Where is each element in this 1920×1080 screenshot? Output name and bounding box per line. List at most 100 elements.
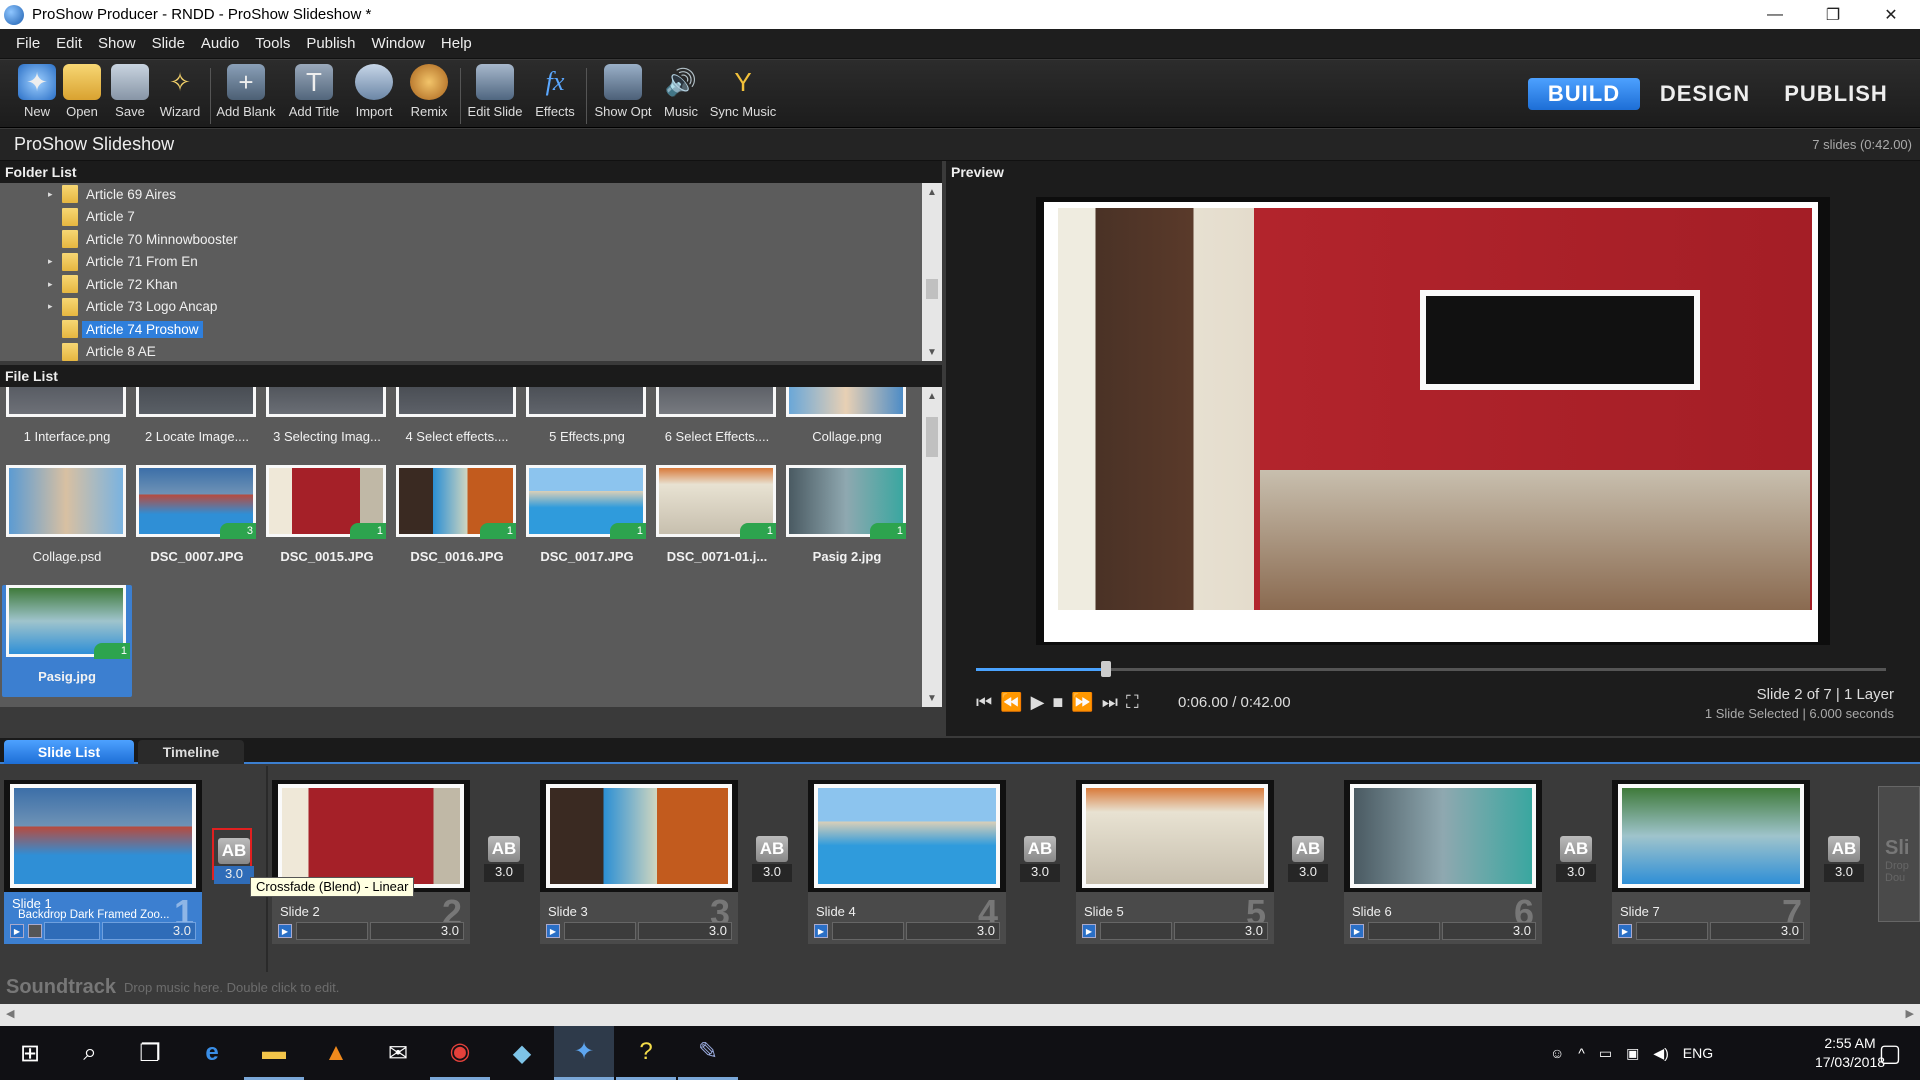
tab-timeline[interactable]: Timeline (138, 740, 244, 764)
transition-duration[interactable]: 3.0 (752, 864, 792, 882)
slide-card[interactable]: Slide 4 4 ▶ 3.0 (808, 780, 1006, 944)
slide-preview-icon[interactable]: ▶ (278, 924, 292, 938)
file-item[interactable]: 2 Locate Image.... (132, 387, 258, 461)
rewind-icon[interactable]: ⏪ (1000, 692, 1022, 713)
import-button[interactable]: Import (345, 64, 403, 126)
slide-duration[interactable]: 3.0 (1174, 922, 1268, 940)
transition-duration[interactable]: 3.0 (484, 864, 524, 882)
vlc-icon[interactable]: ▲ (306, 1026, 366, 1080)
scroll-right-icon[interactable]: ▶ (1906, 1007, 1914, 1020)
playback-scrub-handle[interactable] (1101, 661, 1112, 677)
skip-to-end-icon[interactable]: ⏭ (1102, 692, 1118, 713)
transition[interactable]: AB 3.0 (484, 828, 524, 882)
slide-list-scrollbar[interactable]: ◀ ▶ (0, 1004, 1920, 1026)
notes-icon[interactable]: ◆ (492, 1026, 552, 1080)
transition-duration[interactable]: 3.0 (1824, 864, 1864, 882)
remix-button[interactable]: Remix (400, 64, 458, 126)
slide-duration[interactable]: 3.0 (638, 922, 732, 940)
slide-duration[interactable]: 3.0 (102, 922, 196, 940)
scroll-left-icon[interactable]: ◀ (6, 1007, 14, 1020)
menu-audio[interactable]: Audio (193, 35, 247, 52)
slide-preview-icon[interactable]: ▶ (1350, 924, 1364, 938)
slide-card[interactable]: Slide 7 7 ▶ 3.0 (1612, 780, 1810, 944)
folder-list-scrollbar[interactable]: ▲ ▼ (922, 183, 942, 361)
network-icon[interactable]: ▣ (1626, 1045, 1639, 1062)
scroll-down-icon[interactable]: ▼ (922, 689, 942, 707)
play-icon[interactable]: ▶ (1031, 692, 1045, 713)
stop-icon[interactable]: ■ (1052, 692, 1063, 713)
transition-duration[interactable]: 3.0 (1556, 864, 1596, 882)
language-indicator[interactable]: ENG (1683, 1045, 1713, 1061)
fast-forward-icon[interactable]: ⏩ (1071, 692, 1093, 713)
design-mode-button[interactable]: DESIGN (1650, 78, 1760, 110)
folder-tree[interactable]: ▸ Article 69 Aires Article 7 Article 70 M… (0, 183, 922, 361)
task-view-icon[interactable]: ❐ (120, 1026, 180, 1080)
add-blank-button[interactable]: + Add Blank (216, 64, 276, 126)
menu-publish[interactable]: Publish (298, 35, 363, 52)
menu-show[interactable]: Show (90, 35, 144, 52)
playback-progress-bar[interactable] (976, 661, 1886, 677)
skip-to-start-icon[interactable]: ⏮ (976, 692, 992, 713)
menu-help[interactable]: Help (433, 35, 480, 52)
slide-preview-icon[interactable]: ▶ (546, 924, 560, 938)
transition[interactable]: AB 3.0 (1288, 828, 1328, 882)
slide-card[interactable]: Slide 5 5 ▶ 3.0 (1076, 780, 1274, 944)
folder-item-selected[interactable]: Article 74 Proshow (0, 318, 922, 341)
soundtrack-bar[interactable]: Soundtrack Drop music here. Double click… (0, 972, 1920, 1002)
file-item[interactable]: 1 DSC_0015.JPG (262, 465, 388, 581)
transition[interactable]: AB 3.0 (752, 828, 792, 882)
scroll-up-icon[interactable]: ▲ (922, 183, 942, 201)
folder-item[interactable]: ▸ Article 69 Aires (0, 183, 922, 206)
expand-arrow-icon[interactable]: ▸ (48, 301, 53, 312)
tab-slide-list[interactable]: Slide List (4, 740, 134, 764)
file-item-selected[interactable]: 1 Pasig.jpg (2, 585, 132, 697)
file-item[interactable]: Collage.psd (2, 465, 128, 581)
windows-start-icon[interactable]: ⊞ (0, 1026, 60, 1080)
file-item[interactable]: 1 DSC_0071-01.j... (652, 465, 778, 581)
scroll-down-icon[interactable]: ▼ (922, 343, 942, 361)
file-explorer-icon[interactable]: ▬ (244, 1026, 304, 1080)
folder-item[interactable]: Article 7 (0, 206, 922, 229)
mail-icon[interactable]: ✉ (368, 1026, 428, 1080)
folder-item[interactable]: ▸ Article 73 Logo Ancap (0, 296, 922, 319)
scroll-up-icon[interactable]: ▲ (922, 387, 942, 405)
slide-card-selected[interactable]: Slide 1 Backdrop Dark Framed Zoo... 1 ▶ … (4, 780, 202, 944)
slide-preview-icon[interactable]: ▶ (1618, 924, 1632, 938)
paint-icon[interactable]: ✎ (678, 1026, 738, 1080)
slide-card[interactable]: Slide 2 2 ▶ 3.0 (272, 780, 470, 944)
close-button[interactable]: ✕ (1862, 0, 1920, 29)
transition[interactable]: AB 3.0 (1020, 828, 1060, 882)
build-mode-button[interactable]: BUILD (1528, 78, 1640, 110)
action-center-icon[interactable]: ▢ (1860, 1026, 1920, 1080)
publish-mode-button[interactable]: PUBLISH (1776, 78, 1896, 110)
menu-window[interactable]: Window (364, 35, 433, 52)
slide-duration[interactable]: 3.0 (1442, 922, 1536, 940)
file-item[interactable]: 1 Interface.png (2, 387, 128, 461)
slide-card[interactable]: Slide 6 6 ▶ 3.0 (1344, 780, 1542, 944)
file-item[interactable]: Collage.png (782, 387, 908, 461)
file-list-scrollbar[interactable]: ▲ ▼ (922, 387, 942, 707)
file-item[interactable]: 4 Select effects.... (392, 387, 518, 461)
folder-item[interactable]: Article 8 AE (0, 341, 922, 362)
empty-slide-placeholder[interactable]: Sli Drop Dou (1878, 786, 1920, 922)
battery-icon[interactable]: ▭ (1599, 1045, 1612, 1062)
transition[interactable]: AB 3.0 (1824, 828, 1864, 882)
minimize-button[interactable]: — (1746, 0, 1804, 29)
menu-edit[interactable]: Edit (48, 35, 90, 52)
folder-item[interactable]: ▸ Article 72 Khan (0, 273, 922, 296)
menu-file[interactable]: File (8, 35, 48, 52)
search-icon[interactable]: ⌕ (60, 1026, 120, 1080)
restore-button[interactable]: ❐ (1804, 0, 1862, 29)
expand-arrow-icon[interactable]: ▸ (48, 256, 53, 267)
transition-duration[interactable]: 3.0 (1288, 864, 1328, 882)
show-options-button[interactable]: Show Opt (594, 64, 652, 126)
slide-preview-icon[interactable]: ▶ (814, 924, 828, 938)
proshow-icon[interactable]: ✦ (554, 1026, 614, 1080)
expand-arrow-icon[interactable]: ▸ (48, 189, 53, 200)
wizard-button[interactable]: ✧ Wizard (151, 64, 209, 126)
fullscreen-icon[interactable]: ⛶ (1126, 692, 1139, 713)
slide-card[interactable]: Slide 3 3 ▶ 3.0 (540, 780, 738, 944)
edge-icon[interactable]: e (182, 1026, 242, 1080)
slide-preview-icon[interactable]: ▶ (10, 924, 24, 938)
file-item[interactable]: 3 Selecting Imag... (262, 387, 388, 461)
